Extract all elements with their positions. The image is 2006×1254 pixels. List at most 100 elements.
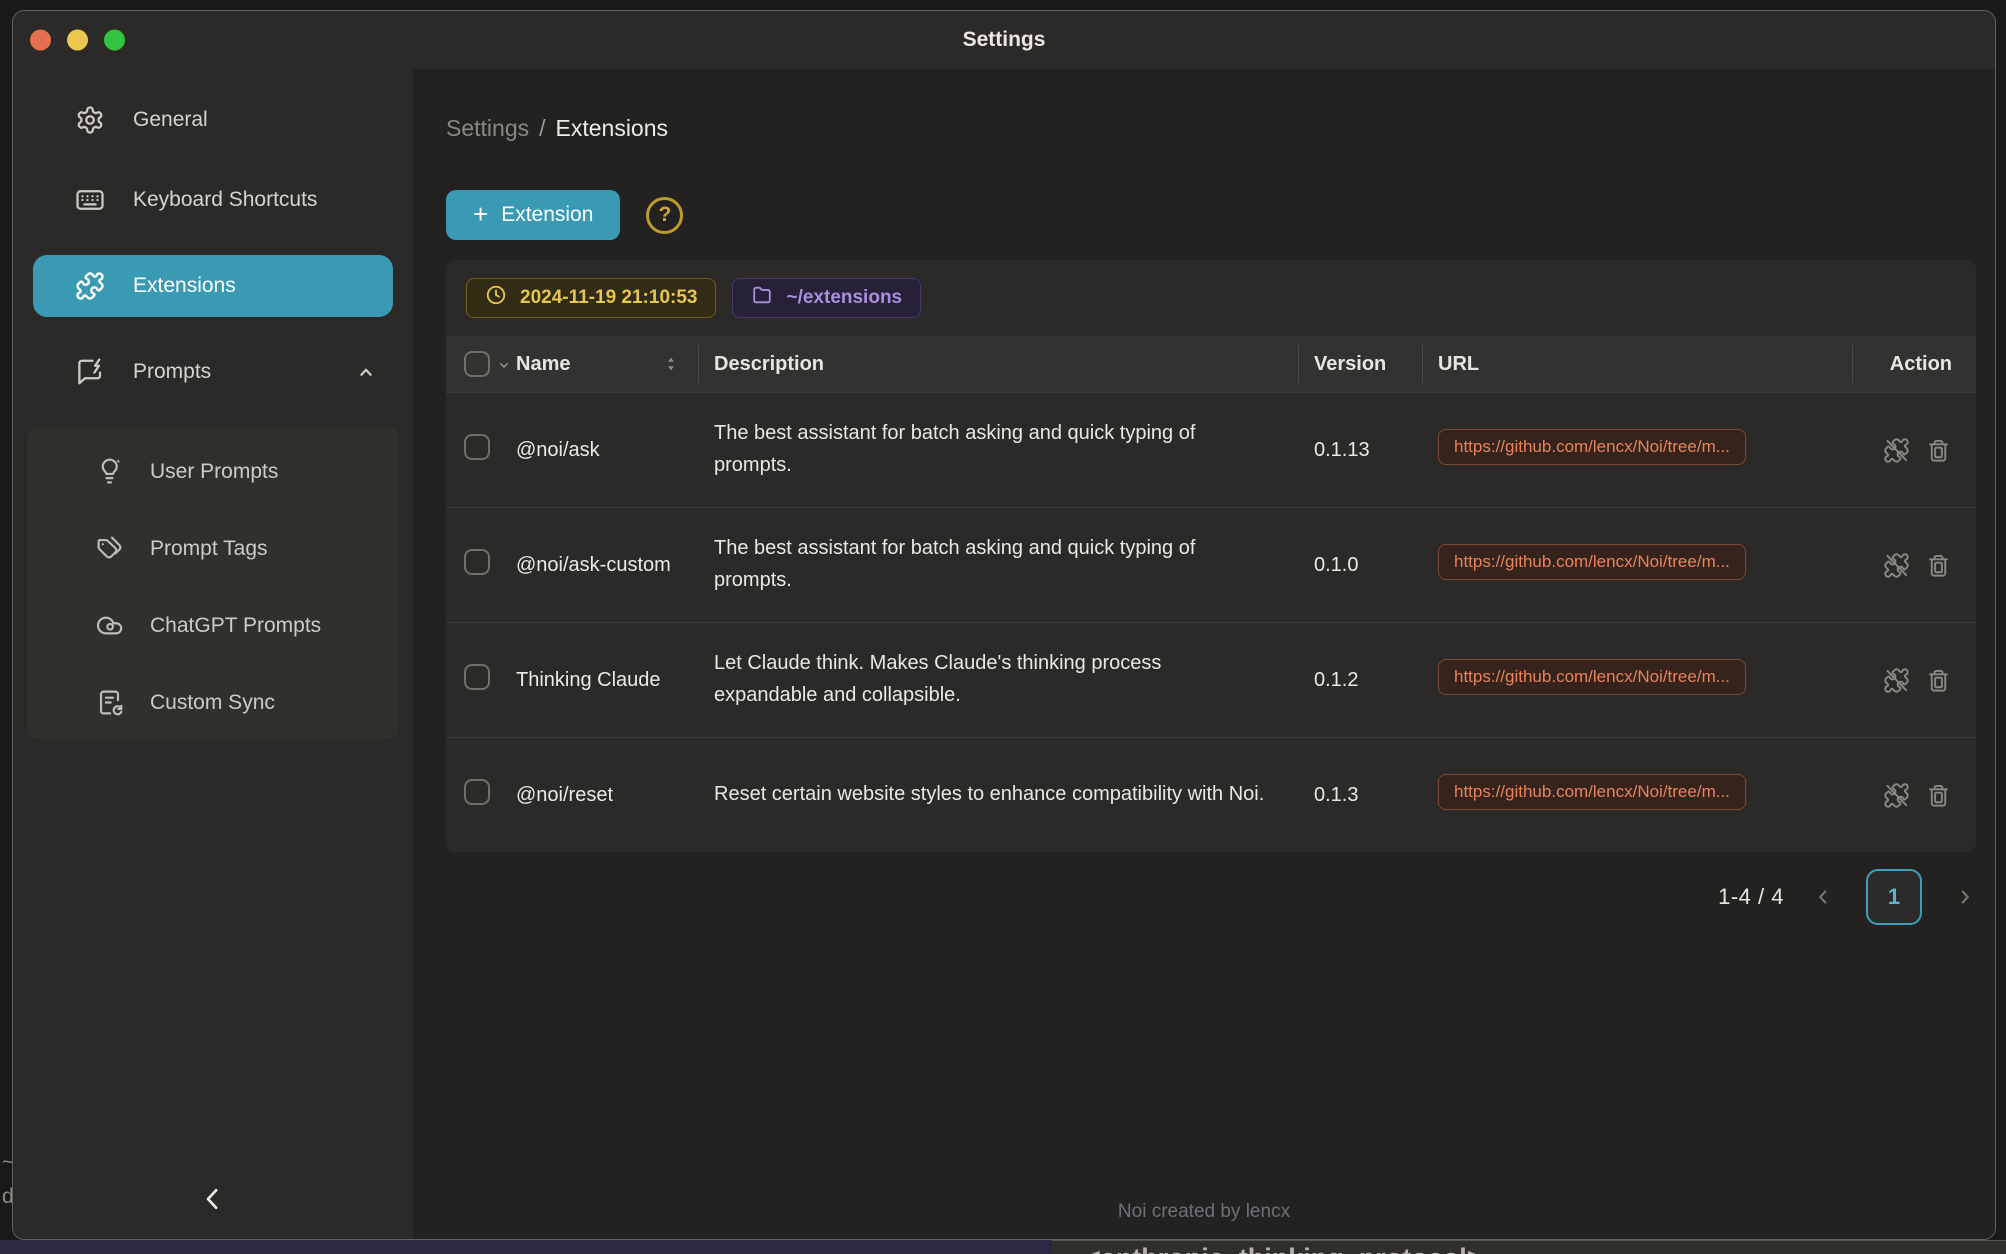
chevron-left-icon [198,1184,228,1219]
sidebar-item-keyboard-shortcuts[interactable]: Keyboard Shortcuts [13,175,413,225]
extension-url-link[interactable]: https://github.com/lencx/Noi/tree/m... [1438,774,1746,810]
sidebar-item-label: Keyboard Shortcuts [133,188,317,212]
sidebar-item-prompt-tags[interactable]: Prompt Tags [27,526,399,571]
background-editor-strip: <anthropic_thinking_protocol> [1052,1240,2006,1254]
extension-description: Reset certain website styles to enhance … [698,779,1298,811]
row-checkbox[interactable] [464,779,490,805]
puzzle-icon [75,271,105,301]
background-bottom-strip: <anthropic_thinking_protocol> [0,1240,2006,1254]
table-header: Name Description Version URL Action [446,336,1976,392]
extension-url-link[interactable]: https://github.com/lencx/Noi/tree/m... [1438,544,1746,580]
window-title: Settings [963,28,1046,52]
breadcrumb-separator: / [539,115,545,141]
select-all-checkbox[interactable] [464,351,490,377]
trash-icon[interactable] [1925,667,1952,694]
breadcrumb-current: Extensions [556,115,669,141]
sidebar-subitem-label: Custom Sync [150,691,275,715]
extension-url-link[interactable]: https://github.com/lencx/Noi/tree/m... [1438,659,1746,695]
extension-name: @noi/ask-custom [516,550,698,581]
trash-icon[interactable] [1925,552,1952,579]
filter-badges: 2024-11-19 21:10:53 ~/extensions [446,260,1976,336]
sidebar-subitem-label: Prompt Tags [150,537,268,561]
column-header-name[interactable]: Name [516,353,570,376]
extension-name: Thinking Claude [516,665,698,696]
row-checkbox[interactable] [464,434,490,460]
trash-icon[interactable] [1925,437,1952,464]
extension-version: 0.1.2 [1298,669,1422,692]
page-1-button[interactable]: 1 [1866,869,1922,925]
clock-icon [485,284,507,312]
extension-description: Let Claude think. Makes Claude's thinkin… [698,648,1298,711]
tags-icon [95,534,124,563]
extension-name: @noi/ask [516,435,698,466]
puzzle-off-icon[interactable] [1883,667,1910,694]
main-content: Settings / Extensions + Extension ? [413,69,1995,1239]
extension-url-link[interactable]: https://github.com/lencx/Noi/tree/m... [1438,429,1746,465]
pagination-range: 1-4 / 4 [1718,884,1784,910]
timestamp-badge: 2024-11-19 21:10:53 [466,278,716,318]
directory-text: ~/extensions [786,287,902,309]
settings-window: Settings General Keyboard Shortcuts [12,10,1996,1240]
sidebar-item-custom-sync[interactable]: Custom Sync [27,680,399,725]
close-button[interactable] [30,30,51,51]
extensions-panel: 2024-11-19 21:10:53 ~/extensions [446,260,1976,852]
sidebar-item-label: Extensions [133,274,236,298]
titlebar: Settings [13,11,1995,69]
sidebar-item-user-prompts[interactable]: User Prompts [27,449,399,494]
add-extension-button[interactable]: + Extension [446,190,620,240]
footer-credit: Noi created by lencx [413,1201,1995,1223]
prompts-submenu: User Prompts Prompt Tags ChatGPT Prompts [27,427,399,739]
lightbulb-sparkle-icon [95,457,124,486]
puzzle-off-icon[interactable] [1883,782,1910,809]
row-checkbox[interactable] [464,664,490,690]
extension-description: The best assistant for batch asking and … [698,533,1298,596]
sidebar-subitem-label: ChatGPT Prompts [150,614,321,638]
column-header-description: Description [698,336,1298,392]
directory-badge: ~/extensions [732,278,921,318]
chevron-up-icon [355,361,377,383]
extension-version: 0.1.13 [1298,439,1422,462]
table-row: @noi/ask-custom The best assistant for b… [446,507,1976,622]
table-row: @noi/ask The best assistant for batch as… [446,392,1976,507]
column-header-action: Action [1852,336,1958,392]
folder-icon [751,284,773,312]
toolbar: + Extension ? [446,190,1995,240]
trash-icon[interactable] [1925,782,1952,809]
chevron-down-icon[interactable] [496,356,512,372]
pagination: 1-4 / 4 1 [446,869,1976,925]
sort-arrows-icon[interactable] [662,354,680,374]
sidebar-nav: General Keyboard Shortcuts Extensions [13,95,413,397]
plus-icon: + [473,201,488,227]
prompt-bubble-icon [75,357,105,387]
sidebar-item-label: General [133,108,208,132]
table-row: Thinking Claude Let Claude think. Makes … [446,622,1976,737]
sidebar-subitem-label: User Prompts [150,460,278,484]
sidebar-item-general[interactable]: General [13,95,413,145]
sidebar-item-prompts[interactable]: Prompts [13,347,413,397]
timestamp-text: 2024-11-19 21:10:53 [520,287,697,309]
zoom-button[interactable] [104,30,125,51]
breadcrumb-parent[interactable]: Settings [446,115,529,141]
sidebar-item-extensions[interactable]: Extensions [33,255,393,317]
sidebar-item-chatgpt-prompts[interactable]: ChatGPT Prompts [27,603,399,648]
previous-page-icon[interactable] [1812,886,1834,908]
minimize-button[interactable] [67,30,88,51]
doc-sync-icon [95,688,124,717]
background-editor-text: <anthropic_thinking_protocol> [1085,1243,1483,1254]
add-extension-label: Extension [501,203,593,227]
sidebar-item-label: Prompts [133,360,211,384]
help-icon[interactable]: ? [646,197,683,234]
traffic-lights [30,30,125,51]
gear-icon [75,105,105,135]
cloud-icon [95,611,124,640]
puzzle-off-icon[interactable] [1883,437,1910,464]
extension-description: The best assistant for batch asking and … [698,418,1298,481]
sidebar: General Keyboard Shortcuts Extensions [13,69,413,1239]
keyboard-icon [75,185,105,215]
table-row: @noi/reset Reset certain website styles … [446,737,1976,852]
row-checkbox[interactable] [464,549,490,575]
puzzle-off-icon[interactable] [1883,552,1910,579]
sidebar-collapse-button[interactable] [13,1184,413,1219]
extension-name: @noi/reset [516,780,698,811]
next-page-icon[interactable] [1954,886,1976,908]
